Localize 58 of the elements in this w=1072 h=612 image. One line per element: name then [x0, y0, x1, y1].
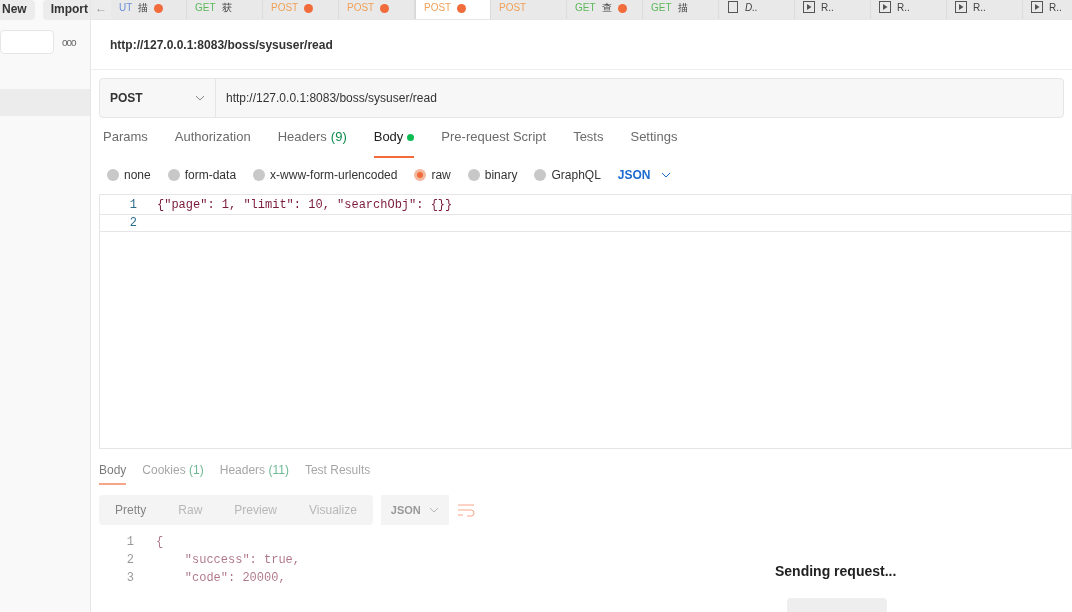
request-section-tab[interactable]: Params — [103, 118, 148, 158]
format-dropdown[interactable]: JSON — [617, 166, 671, 184]
tab-name: R.. — [897, 3, 910, 13]
request-section-tab[interactable]: Settings — [630, 118, 678, 158]
line-number: 1 — [125, 534, 134, 551]
line-number: 3 — [125, 570, 134, 587]
method-label: POST — [271, 3, 299, 13]
method-label: GET — [651, 3, 672, 13]
request-section-tab[interactable]: Headers (9) — [277, 118, 347, 158]
body-type-radio[interactable]: x-www-form-urlencoded — [253, 166, 398, 184]
selected-sidebar-row[interactable] — [0, 89, 90, 116]
search-field[interactable] — [0, 30, 54, 54]
line-number: 2 — [128, 215, 137, 232]
request-title: http://127.0.0.1:8083/boss/sysuser/read — [110, 36, 333, 54]
code-line: { — [156, 534, 164, 551]
chevron-down-icon — [660, 172, 671, 178]
chevron-down-icon — [428, 507, 439, 513]
response-tab[interactable]: Body — [99, 457, 127, 485]
line-number: 1 — [128, 197, 137, 214]
body-type-radio[interactable]: binary — [467, 166, 518, 184]
sidebar-button[interactable]: New — [0, 0, 35, 20]
tab-name: R.. — [973, 3, 986, 13]
body-type-radio[interactable]: form-data — [167, 166, 237, 184]
method-label: POST — [499, 3, 527, 13]
tab-name: 描 — [677, 3, 688, 13]
play-icon — [879, 1, 891, 13]
line-number: 2 — [125, 552, 134, 569]
view-tab[interactable]: Pretty — [99, 495, 163, 525]
body-type-radio[interactable]: raw — [414, 166, 451, 184]
method-label: GET — [575, 3, 596, 13]
request-section-tab[interactable]: Body — [373, 118, 415, 158]
play-icon — [1031, 1, 1043, 13]
method-label: POST — [424, 3, 452, 13]
tab-name: D.. — [745, 3, 758, 13]
method-label: UT — [119, 3, 133, 13]
code-line: "success": true, — [183, 552, 301, 569]
tab-name: 描 — [138, 3, 149, 13]
body-type-radio[interactable]: GraphQL — [534, 166, 601, 184]
code-line: "code": 20000, — [183, 570, 286, 587]
request-section-tab[interactable]: Pre-request Script — [441, 118, 547, 158]
sidebar-button[interactable]: Import — [42, 0, 90, 20]
more-icon[interactable]: ooo — [62, 34, 76, 50]
document-icon — [727, 1, 739, 13]
tab-name: 获 — [221, 3, 232, 13]
request-section-tab[interactable]: Authorization — [174, 118, 251, 158]
method-label: POST — [347, 3, 375, 13]
play-icon — [803, 1, 815, 13]
code-line: {"page": 1, "limit": 10, "searchObj": {}} — [157, 197, 453, 214]
wrap-lines-icon[interactable] — [456, 503, 475, 517]
status-message: Sending request... — [775, 562, 897, 581]
request-section-tab[interactable]: Tests — [573, 118, 604, 158]
code-editor[interactable]: 1 {"page": 1, "limit": 10, "searchObj": {}} 2 — [99, 194, 1072, 449]
tab-name: 查 — [601, 3, 612, 13]
play-icon — [955, 1, 967, 13]
method-label: GET — [195, 3, 216, 13]
tab-name: R.. — [1049, 3, 1062, 13]
tab-name: R.. — [821, 3, 834, 13]
body-type-radio[interactable]: none — [107, 166, 151, 184]
